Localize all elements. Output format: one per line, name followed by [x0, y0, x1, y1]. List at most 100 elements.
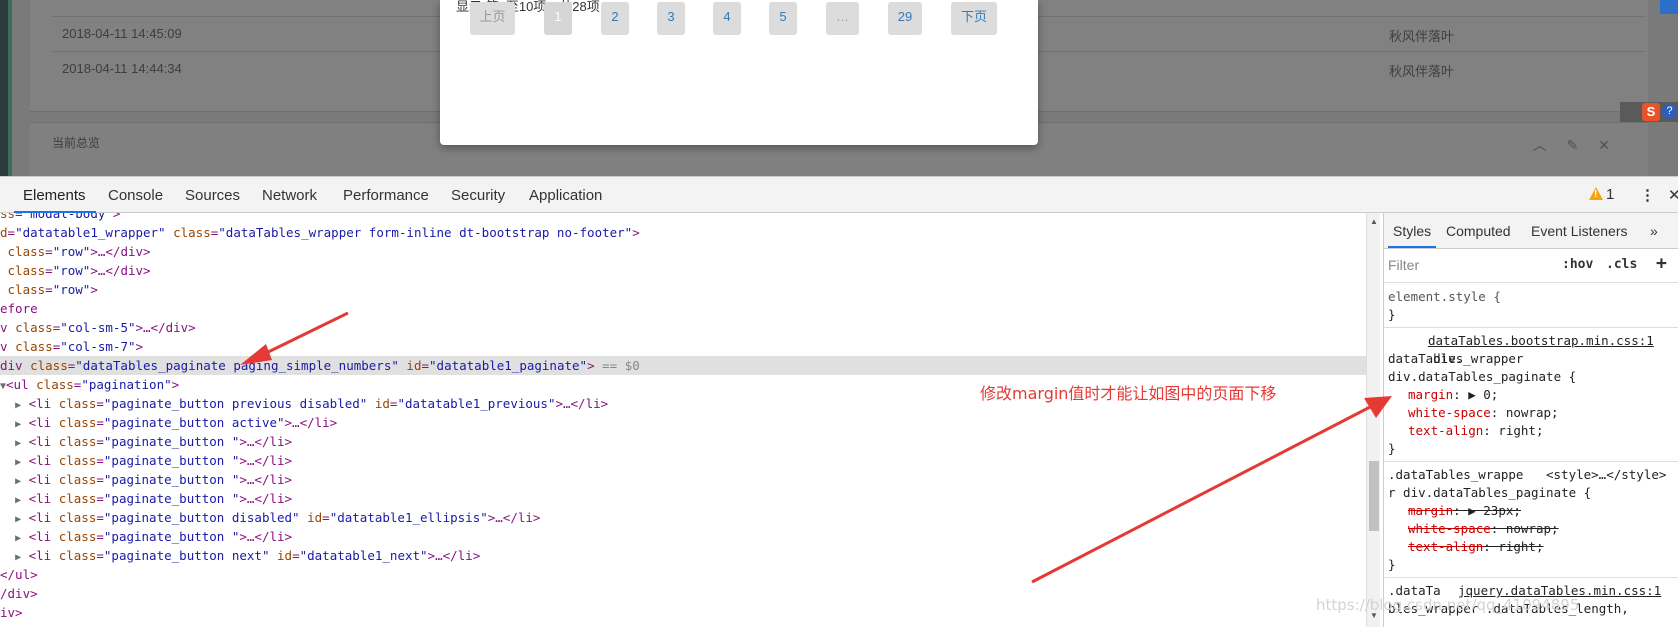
dom-node-li[interactable]: ▶ <li class="paginate_button ">…</li>	[0, 432, 1366, 451]
left-sidebar-accent	[8, 0, 12, 176]
expand-triangle-icon: ▶	[15, 495, 22, 506]
sogou-icon[interactable]: S	[1642, 103, 1660, 121]
tab-event-listeners[interactable]: Event Listeners	[1531, 223, 1628, 239]
dom-node-li[interactable]: ▶ <li class="paginate_button active">…</…	[0, 413, 1366, 432]
pagination-previous[interactable]: 上页	[470, 2, 515, 35]
pagination-page-1[interactable]: 1	[544, 2, 572, 35]
pagination-page-2[interactable]: 2	[601, 2, 629, 35]
dom-node[interactable]: class="row">…</div>	[0, 242, 1366, 261]
expand-triangle-icon: ▶	[15, 438, 22, 449]
pagination-page-29[interactable]: 29	[888, 2, 922, 35]
pagination-ellipsis: …	[826, 2, 859, 35]
help-icon[interactable]: ?	[1662, 104, 1677, 119]
dom-node-selected[interactable]: div class="dataTables_paginate paging_si…	[0, 356, 1366, 375]
pagination-page-3[interactable]: 3	[657, 2, 685, 35]
dom-node-li[interactable]: ▶ <li class="paginate_button next" id="d…	[0, 546, 1366, 565]
web-page-backdrop: 2018-04-11 14:45:09 秋风伴落叶 2018-04-11 14:…	[0, 0, 1678, 176]
elements-dom-tree: ss="modal-body"> d="datatable1_wrapper" c…	[0, 213, 1366, 627]
class-toggle[interactable]: .cls	[1606, 257, 1637, 272]
pagination-page-4[interactable]: 4	[713, 2, 741, 35]
dom-node-li[interactable]: ▶ <li class="paginate_button ">…</li>	[0, 489, 1366, 508]
styles-pane: Styles Computed Event Listeners » :hov .…	[1383, 213, 1678, 627]
dom-node[interactable]: d="datatable1_wrapper" class="dataTables…	[0, 223, 1366, 242]
expand-triangle-icon: ▶	[15, 476, 22, 487]
panel-tools[interactable]: ︿ ✎ ✕	[1533, 135, 1618, 155]
close-icon[interactable]: ✕	[1668, 186, 1678, 204]
expand-triangle-icon: ▶	[15, 514, 22, 525]
dom-node[interactable]: efore	[0, 299, 1366, 318]
rule1-selector-b: dataTables_wrapper	[1388, 351, 1524, 366]
dom-node[interactable]: ss="modal-body">	[0, 213, 1366, 223]
devtools: Elements Console Sources Network Perform…	[0, 176, 1678, 627]
dom-node[interactable]: class="row">	[0, 280, 1366, 299]
expand-triangle-icon: ▶	[15, 419, 22, 430]
rule-divider	[1384, 461, 1678, 462]
css-property-overridden[interactable]: white-space: nowrap;	[1408, 520, 1678, 538]
more-tabs-icon[interactable]: »	[1650, 223, 1658, 239]
css-property-overridden[interactable]: text-align: right;	[1408, 538, 1678, 556]
rule1-selector-c: div.dataTables_paginate {	[1388, 369, 1577, 384]
dom-node[interactable]: v class="col-sm-7">	[0, 337, 1366, 356]
expand-triangle-icon: ▶	[15, 552, 22, 563]
panel-title: 当前总览	[52, 136, 101, 150]
dom-node-li[interactable]: ▶ <li class="paginate_button ">…</li>	[0, 527, 1366, 546]
corner-badge-icon	[1660, 0, 1678, 14]
scroll-up-icon[interactable]: ▲	[1370, 217, 1378, 226]
tab-application[interactable]: Application	[529, 187, 602, 204]
row-user: 秋风伴落叶	[1389, 64, 1455, 79]
expand-triangle-icon: ▶	[15, 533, 22, 544]
css-property[interactable]: white-space: nowrap;	[1408, 404, 1678, 422]
dom-node[interactable]: </ul>	[0, 565, 1366, 584]
annotation-text: 修改margin值时才能让如图中的页面下移	[980, 384, 1277, 403]
dom-node[interactable]: v class="col-sm-5">…</div>	[0, 318, 1366, 337]
pagination-page-5[interactable]: 5	[769, 2, 797, 35]
warning-count[interactable]: 1	[1606, 186, 1614, 203]
tab-console[interactable]: Console	[108, 187, 163, 204]
menu-icon[interactable]: ⋮	[1640, 186, 1655, 204]
ime-toolbar[interactable]: S ?	[1620, 102, 1678, 122]
rule-divider	[1384, 577, 1678, 578]
dom-node-li[interactable]: ▶ <li class="paginate_button ">…</li>	[0, 451, 1366, 470]
tab-performance[interactable]: Performance	[343, 187, 429, 204]
styles-tabbar: Styles Computed Event Listeners »	[1384, 213, 1678, 249]
css-property[interactable]: margin: ▶ 0;	[1408, 386, 1678, 404]
tab-styles[interactable]: Styles	[1393, 223, 1431, 239]
css-property-overridden[interactable]: margin: ▶ 23px;	[1408, 502, 1678, 520]
styles-filter-bar: :hov .cls +	[1384, 249, 1678, 283]
tab-security[interactable]: Security	[451, 187, 505, 204]
watermark: https://blog.csdn.net/qq_41094895	[1316, 596, 1580, 614]
dom-node[interactable]: iv>	[0, 603, 1366, 622]
rule-divider	[1384, 327, 1678, 328]
element-style-selector: element.style {	[1388, 289, 1501, 304]
scrollbar-thumb[interactable]	[1369, 461, 1379, 531]
rule-close-brace: }	[1388, 557, 1396, 572]
modal-dialog: 显示 第1至10项，共28项 上页 1 2 3 4 5 … 29 下页	[440, 0, 1038, 145]
rule-close-brace: }	[1388, 441, 1396, 456]
tab-computed[interactable]: Computed	[1446, 223, 1511, 239]
elements-scrollbar[interactable]: ▲ ▼	[1366, 213, 1380, 627]
dom-node[interactable]: /div>	[0, 584, 1366, 603]
hover-state-toggle[interactable]: :hov	[1562, 257, 1593, 272]
dom-node[interactable]: class="row">…</div>	[0, 261, 1366, 280]
row-user: 秋风伴落叶	[1389, 29, 1455, 44]
rule1-source-link[interactable]: dataTables.bootstrap.min.css:1	[1428, 332, 1654, 350]
rule2-selector-b: r div.dataTables_paginate {	[1388, 485, 1592, 500]
warning-icon[interactable]: !	[1589, 187, 1603, 200]
left-sidebar-edge	[0, 0, 8, 176]
dom-node-li[interactable]: ▶ <li class="paginate_button disabled" i…	[0, 508, 1366, 527]
row-date: 2018-04-11 14:44:34	[62, 61, 182, 76]
styles-filter-input[interactable]	[1388, 257, 1538, 273]
css-property[interactable]: text-align: right;	[1408, 422, 1678, 440]
tab-elements[interactable]: Elements	[23, 187, 86, 204]
rule-close-brace: }	[1388, 307, 1396, 322]
devtools-tabbar: Elements Console Sources Network Perform…	[0, 177, 1678, 213]
rule2-source-link[interactable]: <style>…</style>	[1546, 466, 1666, 484]
tab-network[interactable]: Network	[262, 187, 317, 204]
expand-triangle-icon: ▶	[15, 457, 22, 468]
pagination-next[interactable]: 下页	[951, 2, 997, 35]
tab-sources[interactable]: Sources	[185, 187, 240, 204]
expand-triangle-icon: ▶	[15, 400, 22, 411]
dom-node-li[interactable]: ▶ <li class="paginate_button ">…</li>	[0, 470, 1366, 489]
active-style-tab-indicator	[1388, 246, 1436, 248]
add-rule-icon[interactable]: +	[1656, 253, 1667, 274]
